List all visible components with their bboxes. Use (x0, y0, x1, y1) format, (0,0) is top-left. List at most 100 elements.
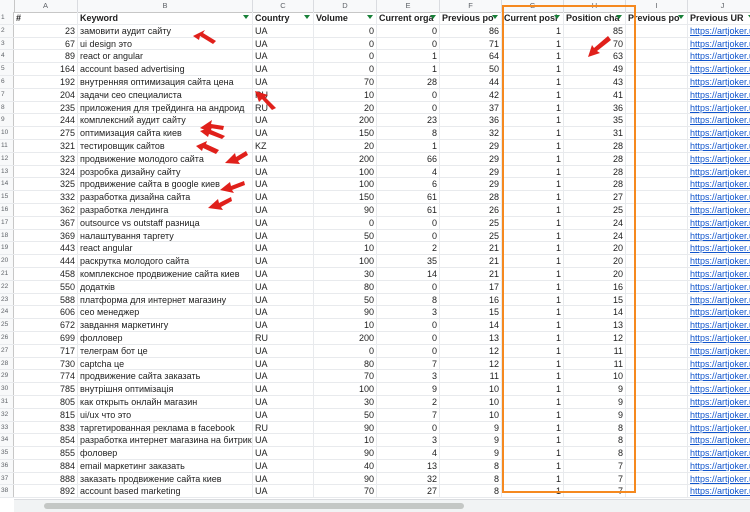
cell-position-change[interactable]: 8 (564, 434, 626, 447)
cell-rank[interactable]: 774 (14, 370, 78, 383)
cell-rank[interactable]: 362 (14, 203, 78, 216)
cell-previous-url[interactable]: https://artjoker.u (688, 114, 750, 126)
cell-previous-url[interactable]: https://artjoker.u (688, 409, 750, 421)
cell-current-organic[interactable]: 23 (377, 114, 440, 127)
cell-previous-position-2[interactable] (626, 63, 688, 75)
cell-keyword[interactable]: комплексное продвижение сайта киев (78, 267, 253, 280)
cell-country[interactable]: UA (253, 75, 314, 88)
select-all-corner[interactable] (0, 0, 15, 12)
cell-rank[interactable]: 785 (14, 383, 78, 395)
cell-previous-position-2[interactable] (626, 370, 688, 383)
cell-volume[interactable]: 100 (314, 178, 377, 191)
cell-country[interactable]: UA (253, 24, 314, 37)
header-current-position[interactable]: Current posi (502, 12, 564, 24)
cell-previous-position-2[interactable] (626, 421, 688, 434)
row-number[interactable]: 21 (0, 267, 14, 280)
cell-current-position[interactable]: 1 (502, 216, 564, 229)
cell-position-change[interactable]: 36 (564, 101, 626, 114)
header-previous-position-2[interactable]: Previous po (626, 12, 688, 24)
cell-previous-position-2[interactable] (626, 127, 688, 139)
cell-previous-position[interactable]: 10 (440, 408, 502, 421)
col-letter-f[interactable]: F (440, 0, 502, 12)
cell-rank[interactable]: 892 (14, 485, 78, 498)
cell-position-change[interactable]: 7 (564, 459, 626, 472)
cell-current-position[interactable]: 1 (502, 191, 564, 203)
cell-position-change[interactable]: 14 (564, 306, 626, 319)
cell-keyword[interactable]: разработка дизайна сайта (78, 191, 253, 203)
cell-country[interactable]: UA (253, 280, 314, 293)
filter-icon[interactable] (430, 15, 436, 20)
row-number[interactable]: 12 (0, 152, 14, 165)
cell-previous-position[interactable]: 11 (440, 370, 502, 383)
cell-current-position[interactable]: 1 (502, 24, 564, 37)
row-number[interactable]: 7 (0, 88, 14, 101)
cell-position-change[interactable]: 9 (564, 408, 626, 421)
cell-position-change[interactable]: 13 (564, 319, 626, 331)
cell-current-organic[interactable]: 1 (377, 50, 440, 63)
cell-position-change[interactable]: 9 (564, 383, 626, 395)
cell-country[interactable]: UA (253, 472, 314, 485)
cell-country[interactable]: UA (253, 229, 314, 242)
cell-previous-position-2[interactable] (626, 114, 688, 127)
cell-current-position[interactable]: 1 (502, 331, 564, 344)
cell-previous-url[interactable]: https://artjoker.u (688, 38, 750, 50)
cell-previous-url[interactable]: https://artjoker.u (688, 306, 750, 318)
cell-rank[interactable]: 275 (14, 127, 78, 139)
cell-volume[interactable]: 90 (314, 203, 377, 216)
cell-rank[interactable]: 332 (14, 191, 78, 203)
filter-icon[interactable] (304, 15, 310, 20)
cell-country[interactable]: UA (253, 165, 314, 178)
cell-position-change[interactable]: 28 (564, 152, 626, 165)
cell-previous-url[interactable]: https://artjoker.u (688, 102, 750, 114)
cell-keyword[interactable]: платформа для интернет магазину (78, 293, 253, 306)
cell-position-change[interactable]: 20 (564, 267, 626, 280)
cell-previous-position[interactable]: 8 (440, 472, 502, 485)
cell-previous-position-2[interactable] (626, 293, 688, 306)
row-number[interactable]: 19 (0, 242, 14, 255)
cell-previous-url[interactable]: https://artjoker.u (688, 383, 750, 395)
cell-keyword[interactable]: ui design это (78, 37, 253, 50)
row-number[interactable]: 6 (0, 75, 14, 88)
cell-current-organic[interactable]: 13 (377, 459, 440, 472)
row-number[interactable]: 27 (0, 344, 14, 357)
cell-current-organic[interactable]: 0 (377, 421, 440, 434)
cell-country[interactable]: UA (253, 63, 314, 75)
cell-rank[interactable]: 192 (14, 75, 78, 88)
cell-country[interactable]: UA (253, 255, 314, 267)
cell-volume[interactable]: 0 (314, 50, 377, 63)
header-current-organic[interactable]: Current orga (377, 12, 440, 24)
cell-rank[interactable]: 324 (14, 165, 78, 178)
cell-current-position[interactable]: 1 (502, 50, 564, 63)
cell-previous-position[interactable]: 9 (440, 421, 502, 434)
cell-previous-position-2[interactable] (626, 255, 688, 267)
row-number[interactable]: 18 (0, 229, 14, 242)
cell-current-organic[interactable]: 0 (377, 280, 440, 293)
col-letter-g[interactable]: G (502, 0, 564, 12)
cell-previous-position-2[interactable] (626, 24, 688, 37)
cell-position-change[interactable]: 35 (564, 114, 626, 127)
filter-icon[interactable] (616, 15, 622, 20)
cell-volume[interactable]: 200 (314, 331, 377, 344)
cell-current-position[interactable]: 1 (502, 370, 564, 383)
cell-current-organic[interactable]: 27 (377, 485, 440, 498)
cell-position-change[interactable]: 70 (564, 37, 626, 50)
cell-position-change[interactable]: 15 (564, 293, 626, 306)
cell-rank[interactable]: 164 (14, 63, 78, 75)
cell-keyword[interactable]: оптимизация сайта киев (78, 127, 253, 139)
cell-position-change[interactable]: 25 (564, 203, 626, 216)
cell-volume[interactable]: 0 (314, 37, 377, 50)
row-number[interactable]: 34 (0, 434, 14, 447)
cell-volume[interactable]: 20 (314, 101, 377, 114)
row-number[interactable]: 30 (0, 383, 14, 395)
cell-volume[interactable]: 80 (314, 357, 377, 370)
cell-current-organic[interactable]: 1 (377, 139, 440, 152)
cell-previous-url[interactable]: https://artjoker.u (688, 268, 750, 280)
cell-volume[interactable]: 100 (314, 255, 377, 267)
cell-volume[interactable]: 90 (314, 447, 377, 459)
cell-volume[interactable]: 200 (314, 114, 377, 127)
cell-country[interactable]: UA (253, 447, 314, 459)
cell-position-change[interactable]: 43 (564, 75, 626, 88)
cell-volume[interactable]: 90 (314, 421, 377, 434)
header-previous-position[interactable]: Previous po (440, 12, 502, 24)
cell-previous-position-2[interactable] (626, 267, 688, 280)
